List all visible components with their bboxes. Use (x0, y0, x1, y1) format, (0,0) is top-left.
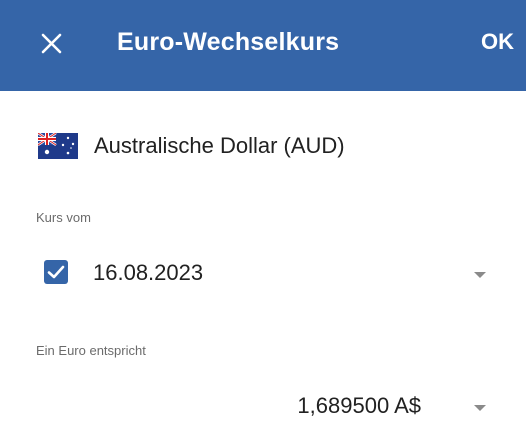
australia-flag-icon (38, 133, 78, 159)
rate-date-label: Kurs vom (36, 210, 91, 225)
ok-button[interactable]: OK (481, 29, 514, 55)
rate-value-selector[interactable]: 1,689500 A$ (36, 390, 506, 430)
rate-value-label: Ein Euro entspricht (36, 343, 146, 358)
dropdown-arrow-icon (474, 405, 486, 411)
app-bar: Euro-Wechselkurs OK (0, 0, 526, 91)
close-button[interactable] (38, 30, 68, 60)
dialog-title: Euro-Wechselkurs (117, 28, 340, 56)
rate-value: 1,689500 A$ (297, 393, 421, 418)
dropdown-arrow-icon (474, 272, 486, 278)
rate-date-checkbox[interactable] (44, 260, 68, 284)
currency-name: Australische Dollar (AUD) (94, 133, 345, 158)
rate-date-value: 16.08.2023 (93, 260, 204, 285)
checkmark-icon (47, 265, 65, 279)
close-icon (41, 33, 62, 54)
rate-date-selector[interactable]: 16.08.2023 (36, 256, 506, 296)
currency-selector[interactable]: Australische Dollar (AUD) (38, 128, 345, 164)
